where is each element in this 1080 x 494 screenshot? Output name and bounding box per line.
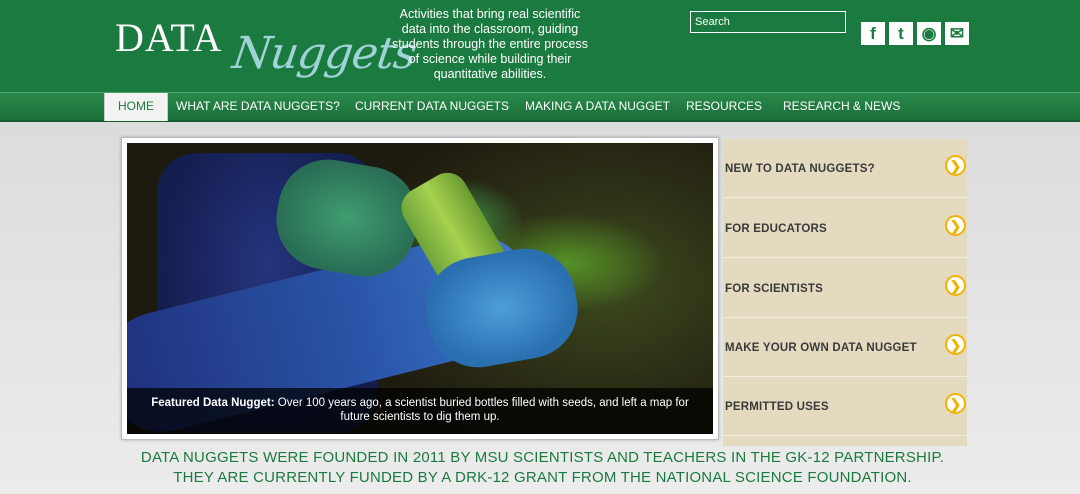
founding-statement-line: THEY ARE CURRENTLY FUNDED BY A DRK-12 GR… xyxy=(173,469,912,486)
email-icon[interactable]: ✉ xyxy=(945,22,969,45)
sidebar-item-label: MAKE YOUR OWN DATA NUGGET xyxy=(725,342,917,354)
nav-item-research-news[interactable]: RESEARCH & NEWS xyxy=(783,93,900,121)
featured-caption-text: Over 100 years ago, a scientist buried b… xyxy=(277,397,689,423)
featured-caption-label: Featured Data Nugget: xyxy=(151,397,275,409)
facebook-icon[interactable]: f xyxy=(861,22,885,45)
nav-item-current-data-nuggets[interactable]: CURRENT DATA NUGGETS xyxy=(355,93,509,121)
site-header: DATA Nuggets Activities that bring real … xyxy=(0,0,1080,92)
sidebar-item-permitted-uses[interactable]: PERMITTED USES ❯ xyxy=(723,377,967,436)
sidebar-item-label: NEW TO DATA NUGGETS? xyxy=(725,163,875,175)
site-logo[interactable]: DATA Nuggets xyxy=(115,8,419,86)
chevron-right-icon[interactable]: ❯ xyxy=(945,155,966,176)
sidebar-item-for-scientists[interactable]: FOR SCIENTISTS ❯ xyxy=(723,259,967,318)
chevron-right-icon[interactable]: ❯ xyxy=(945,393,966,414)
sidebar-item-label: FOR SCIENTISTS xyxy=(725,283,824,295)
founding-statement: DATA NUGGETS WERE FOUNDED IN 2011 BY MSU… xyxy=(120,448,965,488)
sidebar-item-label: FOR EDUCATORS xyxy=(725,223,827,235)
nav-item-what-are-data-nuggets[interactable]: WHAT ARE DATA NUGGETS? xyxy=(176,93,340,121)
quick-links-sidebar: NEW TO DATA NUGGETS? ❯ FOR EDUCATORS ❯ F… xyxy=(723,139,967,446)
sidebar-item-new-to-data-nuggets[interactable]: NEW TO DATA NUGGETS? ❯ xyxy=(723,139,967,198)
chevron-right-icon[interactable]: ❯ xyxy=(945,334,966,355)
featured-image[interactable]: Featured Data Nugget: Over 100 years ago… xyxy=(127,143,713,434)
sidebar-item-label: PERMITTED USES xyxy=(725,401,829,413)
featured-slider[interactable]: Featured Data Nugget: Over 100 years ago… xyxy=(121,137,719,440)
sidebar-item-make-your-own[interactable]: MAKE YOUR OWN DATA NUGGET ❯ xyxy=(723,318,967,377)
nav-item-resources[interactable]: RESOURCES xyxy=(686,93,762,121)
nav-item-making-a-data-nugget[interactable]: MAKING A DATA NUGGET xyxy=(525,93,670,121)
twitter-icon[interactable]: t xyxy=(889,22,913,45)
nav-item-home[interactable]: HOME xyxy=(104,93,168,121)
chevron-right-icon[interactable]: ❯ xyxy=(945,215,966,236)
rss-icon[interactable]: ◉ xyxy=(917,22,941,45)
chevron-right-icon[interactable]: ❯ xyxy=(945,275,966,296)
founding-statement-line: DATA NUGGETS WERE FOUNDED IN 2011 BY MSU… xyxy=(140,449,945,466)
sidebar-item-for-educators[interactable]: FOR EDUCATORS ❯ xyxy=(723,199,967,258)
logo-data-text: DATA xyxy=(115,15,223,60)
site-tagline: Activities that bring real scientific da… xyxy=(392,7,588,81)
featured-caption: Featured Data Nugget: Over 100 years ago… xyxy=(127,388,713,434)
social-links: f t ◉ ✉ xyxy=(861,22,969,45)
main-nav: HOME WHAT ARE DATA NUGGETS? CURRENT DATA… xyxy=(0,92,1080,122)
search-input[interactable] xyxy=(690,11,846,33)
